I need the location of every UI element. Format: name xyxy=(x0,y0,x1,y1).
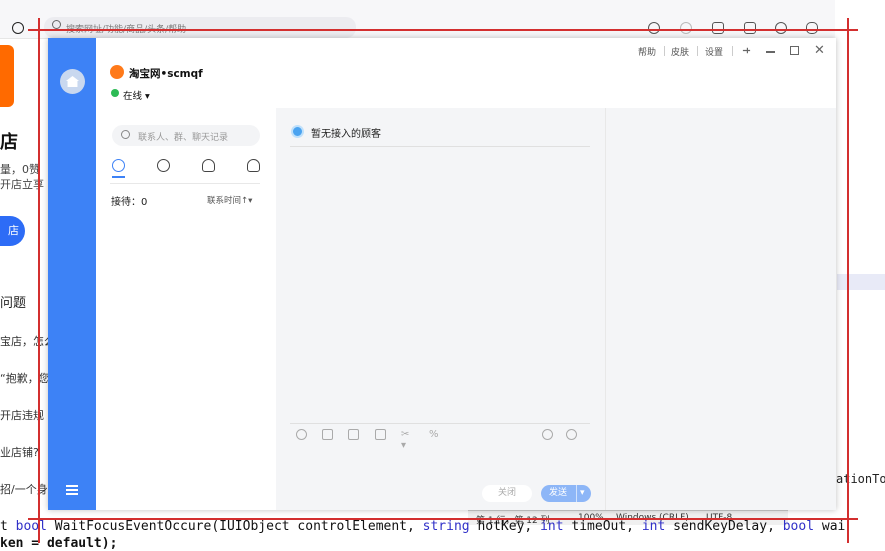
overlay-line xyxy=(28,29,858,31)
divider xyxy=(290,423,590,424)
code-keyword: bool xyxy=(782,519,815,534)
search-icon xyxy=(52,20,61,29)
maximize-icon[interactable] xyxy=(790,46,799,55)
customer-info-panel xyxy=(605,108,836,510)
overlay-line xyxy=(847,18,849,543)
refresh-icon[interactable] xyxy=(680,22,692,34)
shop-promo-line: 量，0赞 xyxy=(0,163,40,176)
brand-logo xyxy=(0,45,14,107)
close-chat-button[interactable]: 关闭 xyxy=(482,485,532,502)
store-avatar xyxy=(110,65,124,79)
settings-link[interactable]: 设置 xyxy=(705,45,723,58)
help-link[interactable]: 帮助 xyxy=(638,45,656,58)
faq-item[interactable]: “抱歉，您 xyxy=(0,370,50,386)
scissors-icon[interactable]: ✂▾ xyxy=(401,429,412,451)
tab-contacts-icon[interactable] xyxy=(202,159,215,172)
code-keyword: bool xyxy=(15,519,47,534)
shop-heading: 店 xyxy=(0,132,18,153)
emoji-icon[interactable] xyxy=(296,429,307,440)
divider xyxy=(290,146,590,147)
image-icon[interactable] xyxy=(348,429,359,440)
percent-icon[interactable]: % xyxy=(429,429,440,440)
send-label: 发送 xyxy=(549,488,568,498)
menu-icon[interactable] xyxy=(66,485,78,497)
code-line: t bool WaitFocusEventOccure(IUIObject co… xyxy=(0,519,845,534)
tab-groups-icon[interactable] xyxy=(247,159,260,172)
chat-area xyxy=(276,108,605,510)
overlay-line xyxy=(28,518,858,520)
left-rail xyxy=(48,38,96,510)
faq-item[interactable]: 招/一个身 xyxy=(0,481,48,497)
send-button[interactable]: 发送 ▾ xyxy=(541,485,591,502)
active-tab-indicator xyxy=(112,176,125,178)
code-token: timeOut, xyxy=(563,519,642,534)
toolbar-cube-icon[interactable] xyxy=(648,22,660,34)
window-header xyxy=(96,38,836,108)
text-format-icon[interactable] xyxy=(322,429,333,440)
history-clock-icon[interactable] xyxy=(12,22,24,34)
pin-icon[interactable] xyxy=(742,46,751,55)
minimize-icon[interactable] xyxy=(766,51,775,53)
divider xyxy=(664,46,665,56)
faq-heading: 问题 xyxy=(0,296,27,311)
contact-search-placeholder: 联系人、群、聊天记录 xyxy=(138,133,229,143)
chat-window: 帮助 皮肤 设置 ✕ 淘宝网•scmqf 在线 ▾ 联系人、群、聊天记录 接待：… xyxy=(48,38,836,510)
notes-icon[interactable] xyxy=(744,22,756,34)
code-token: hotKey, xyxy=(469,519,541,534)
divider xyxy=(697,46,698,56)
overlay-line xyxy=(38,18,40,543)
code-line: ken = default); xyxy=(0,536,118,551)
skin-link[interactable]: 皮肤 xyxy=(671,45,689,58)
divider xyxy=(732,46,733,56)
faq-item[interactable]: 业店铺? xyxy=(0,444,39,460)
video-icon[interactable] xyxy=(375,429,386,440)
close-icon[interactable]: ✕ xyxy=(814,44,825,57)
chat-title: 暂无接入的顾客 xyxy=(311,129,381,140)
code-token: WaitFocusEventOccure(IUIObject controlEl… xyxy=(46,519,423,534)
online-status-icon xyxy=(111,89,119,97)
code-token: sendKeyDelay, xyxy=(665,519,783,534)
code-token: t xyxy=(0,519,16,534)
tab-recent-icon[interactable] xyxy=(157,159,170,172)
reception-count: 接待：0 xyxy=(111,197,148,208)
sort-dropdown[interactable]: 联系时间↑▾ xyxy=(207,194,252,206)
search-icon xyxy=(121,130,130,139)
message-icon[interactable] xyxy=(806,22,818,34)
document-icon[interactable] xyxy=(712,22,724,34)
quick-reply-icon[interactable] xyxy=(566,429,577,440)
history-icon[interactable] xyxy=(775,22,787,34)
divider xyxy=(110,183,260,184)
code-keyword: string xyxy=(422,519,470,534)
faq-item[interactable]: 宝店，怎么 xyxy=(0,333,55,349)
code-line-highlight xyxy=(837,274,885,290)
code-token: wai xyxy=(814,519,846,534)
code-keyword: int xyxy=(540,519,564,534)
transfer-icon[interactable] xyxy=(542,429,553,440)
status-label: 在线 xyxy=(123,91,143,102)
code-fragment: ationTo xyxy=(836,472,885,486)
customer-status-icon xyxy=(291,125,304,138)
store-name: 淘宝网•scmqf xyxy=(129,68,203,80)
tab-chats-icon[interactable] xyxy=(112,159,125,172)
status-dropdown[interactable]: 在线 ▾ xyxy=(123,88,150,102)
code-keyword: int xyxy=(641,519,666,534)
chevron-down-icon[interactable]: ▾ xyxy=(576,485,585,502)
chevron-down-icon: ▾ xyxy=(145,91,150,102)
